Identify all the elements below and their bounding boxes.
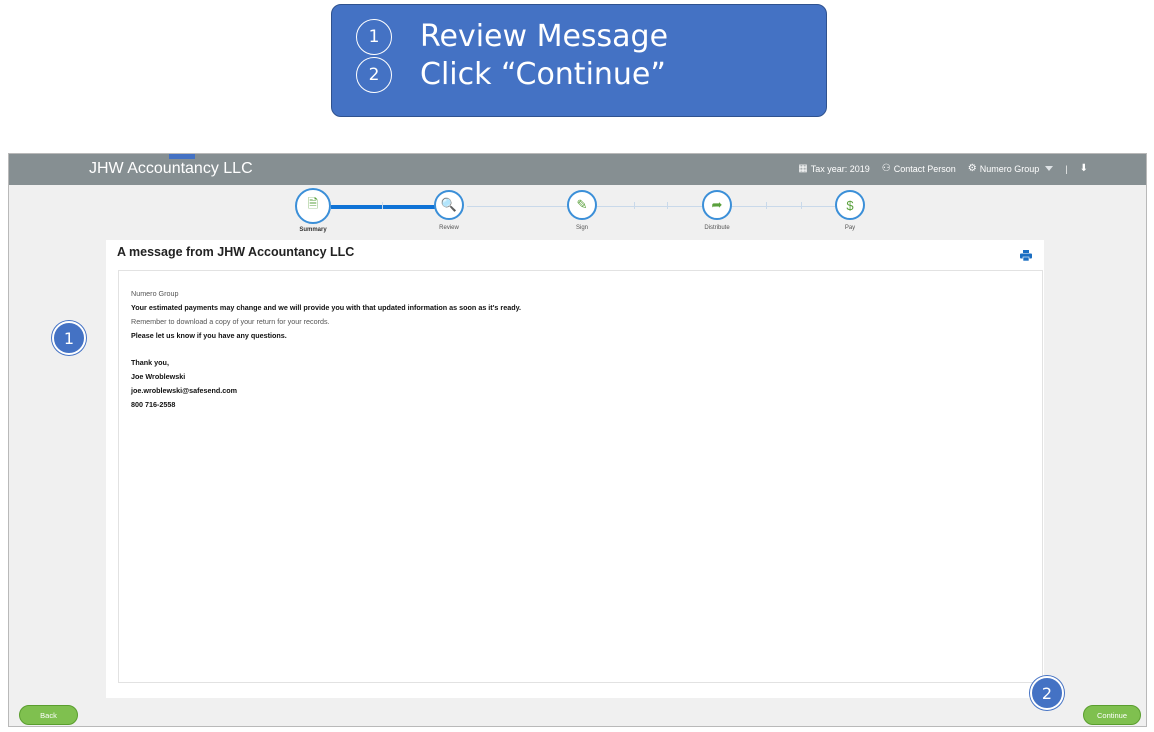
continue-button[interactable]: Continue (1083, 705, 1141, 725)
track-tick (382, 202, 383, 209)
tax-year-label: Tax year: 2019 (810, 163, 870, 174)
calendar-icon: ▦ (798, 163, 808, 174)
pay-dollar-icon: $ (846, 197, 854, 213)
instruction-text: Review Message (420, 19, 669, 54)
instruction-text: Click “Continue” (420, 57, 666, 92)
signer-email: joe.wroblewski@safesend.com (131, 386, 238, 396)
app-header: JHW Accountancy LLC ▦ Tax year: 2019 ⚇ C… (9, 154, 1146, 185)
signer-name: Joe Wroblewski (131, 372, 186, 382)
download-icon[interactable]: ⬇ (1080, 163, 1088, 174)
overlay-shape (169, 154, 195, 159)
tax-year-selector[interactable]: ▦ Tax year: 2019 (798, 163, 870, 174)
message-greeting: Numero Group (131, 289, 179, 298)
instruction-step-2: 2 Click “Continue” (356, 57, 666, 93)
track-tick (667, 202, 668, 209)
track-tick (766, 202, 767, 209)
step-number-circle: 1 (356, 19, 392, 55)
message-panel: A message from JHW Accountancy LLC Numer… (106, 240, 1044, 698)
step-distribute-label: Distribute (704, 225, 730, 231)
print-icon[interactable] (1020, 250, 1032, 261)
step-sign-label: Sign (575, 225, 588, 231)
message-body: Numero Group Your estimated payments may… (131, 289, 521, 414)
contact-person-label: Contact Person (893, 163, 956, 174)
sign-pen-icon: ✎ (576, 197, 588, 212)
step-pay-label: Pay (844, 225, 856, 231)
step-summary[interactable]: 🗎 (295, 188, 331, 224)
track-tick (801, 202, 802, 209)
message-line: Your estimated payments may change and w… (131, 302, 522, 312)
header-separator: | (1065, 163, 1068, 174)
signature-block: Thank you, Joe Wroblewski joe.wroblewski… (131, 358, 521, 410)
annotation-badge-2: 2 (1030, 676, 1064, 710)
distribute-share-icon: ➦ (711, 197, 723, 212)
signer-phone: 800 716-2558 (131, 400, 176, 410)
step-pay[interactable]: $ (835, 190, 865, 220)
sign-off: Thank you, (131, 358, 169, 368)
review-search-icon: 🔍 (440, 197, 458, 212)
progress-stepper: 🗎 Summary 🔍 Review ✎ Sign ➦ Distribute $… (9, 185, 1146, 237)
account-name: Numero Group (979, 163, 1040, 174)
person-icon: ⚇ (881, 163, 891, 174)
step-number-circle: 2 (356, 57, 392, 93)
contact-person-link[interactable]: ⚇ Contact Person (882, 163, 956, 174)
message-line: Remember to download a copy of your retu… (131, 316, 330, 326)
track-tick (634, 202, 635, 209)
instruction-step-1: 1 Review Message (356, 19, 668, 55)
screen: 1 Review Message 2 Click “Continue” JHW … (0, 0, 1154, 732)
back-button[interactable]: Back (19, 705, 78, 725)
brand-name: JHW Accountancy LLC (89, 160, 253, 177)
message-line: Please let us know if you have any quest… (131, 330, 287, 340)
instruction-callout: 1 Review Message 2 Click “Continue” (331, 4, 827, 117)
step-summary-label: Summary (299, 227, 327, 233)
annotation-badge-1: 1 (52, 321, 86, 355)
step-sign[interactable]: ✎ (567, 190, 597, 220)
progress-track-completed (331, 205, 441, 209)
progress-track-remaining (467, 206, 847, 207)
step-distribute[interactable]: ➦ (702, 190, 732, 220)
message-box: Numero Group Your estimated payments may… (118, 270, 1043, 683)
app-window: JHW Accountancy LLC ▦ Tax year: 2019 ⚇ C… (8, 153, 1147, 727)
gear-icon: ⚙ (967, 163, 977, 174)
step-review-label: Review (439, 225, 459, 231)
panel-title: A message from JHW Accountancy LLC (117, 245, 355, 259)
step-review[interactable]: 🔍 (434, 190, 464, 220)
chevron-down-icon (1045, 166, 1054, 171)
account-dropdown[interactable]: ⚙ Numero Group (968, 163, 1054, 174)
summary-document-icon: 🗎 (307, 196, 319, 211)
header-toolbar: ▦ Tax year: 2019 ⚇ Contact Person ⚙ Nume… (798, 163, 1088, 174)
